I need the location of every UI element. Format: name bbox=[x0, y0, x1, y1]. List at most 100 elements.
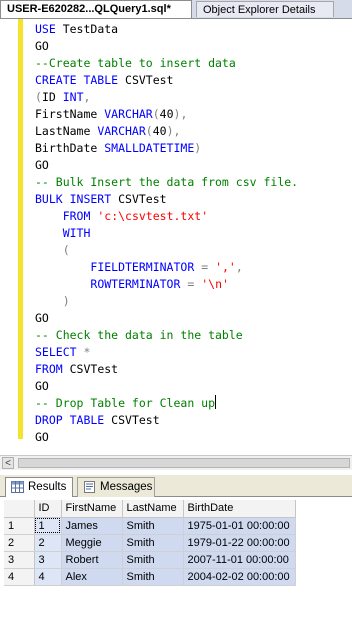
table-row[interactable]: 1 1 James Smith 1975-01-01 00:00:00 bbox=[4, 517, 296, 535]
code-line[interactable]: WITH bbox=[35, 225, 298, 242]
cell-id[interactable]: 2 bbox=[34, 534, 62, 552]
tab-sql-query[interactable]: USER-E620282...QLQuery1.sql* bbox=[0, 0, 192, 18]
code-line[interactable]: USE TestData bbox=[35, 21, 298, 38]
scroll-left-arrow-icon[interactable]: < bbox=[2, 457, 14, 469]
row-number[interactable]: 4 bbox=[4, 568, 35, 586]
results-grid[interactable]: ID FirstName LastName BirthDate 1 1 Jame… bbox=[4, 500, 296, 586]
cell-id[interactable]: 3 bbox=[34, 551, 62, 569]
cell-firstname[interactable]: James bbox=[61, 517, 123, 535]
results-tab-bar: Results Messages bbox=[0, 475, 352, 497]
table-row[interactable]: 4 4 Alex Smith 2004-02-02 00:00:00 bbox=[4, 568, 296, 586]
table-row[interactable]: 2 2 Meggie Smith 1979-01-22 00:00:00 bbox=[4, 534, 296, 552]
cell-birthdate[interactable]: 2007-11-01 00:00:00 bbox=[183, 551, 296, 569]
code-line[interactable]: GO bbox=[35, 157, 298, 174]
code-line[interactable]: ( bbox=[35, 242, 298, 259]
cell-birthdate[interactable]: 1975-01-01 00:00:00 bbox=[183, 517, 296, 535]
query-editor[interactable]: USE TestData GO --Create table to insert d… bbox=[0, 19, 352, 455]
cell-id[interactable]: 1 bbox=[34, 517, 62, 535]
code-line[interactable]: BirthDate SMALLDATETIME) bbox=[35, 140, 298, 157]
sql-operator: ( bbox=[152, 107, 160, 121]
sql-operator: ( bbox=[35, 90, 42, 104]
sql-keyword: BULK INSERT bbox=[35, 192, 112, 206]
sql-text: GO bbox=[35, 311, 49, 325]
cell-lastname[interactable]: Smith bbox=[122, 568, 184, 586]
code-line[interactable]: SELECT * bbox=[35, 344, 298, 361]
sql-keyword: VARCHAR bbox=[104, 107, 153, 121]
horizontal-scrollbar[interactable]: < bbox=[0, 455, 352, 470]
row-number[interactable]: 1 bbox=[4, 517, 35, 535]
code-line[interactable]: DROP TABLE CSVTest bbox=[35, 412, 298, 429]
code-line[interactable]: GO bbox=[35, 378, 298, 395]
sql-text: CSVTest bbox=[111, 192, 167, 206]
column-header-id[interactable]: ID bbox=[34, 500, 62, 518]
tab-results-label: Results bbox=[28, 481, 67, 493]
sql-keyword: CREATE TABLE bbox=[35, 73, 119, 87]
code-line[interactable]: GO bbox=[35, 310, 298, 327]
code-line[interactable]: -- Bulk Insert the data from csv file. bbox=[35, 174, 298, 191]
sql-text: GO bbox=[35, 430, 49, 444]
code-line[interactable]: FROM CSVTest bbox=[35, 361, 298, 378]
code-line[interactable]: --Create table to insert data bbox=[35, 55, 298, 72]
column-header-birthdate[interactable]: BirthDate bbox=[183, 500, 296, 518]
grid-corner-header[interactable] bbox=[4, 500, 35, 518]
cell-firstname[interactable]: Alex bbox=[61, 568, 123, 586]
row-number[interactable]: 3 bbox=[4, 551, 35, 569]
scrollbar-thumb[interactable] bbox=[18, 458, 350, 468]
code-line[interactable]: CREATE TABLE CSVTest bbox=[35, 72, 298, 89]
cell-birthdate[interactable]: 2004-02-02 00:00:00 bbox=[183, 568, 296, 586]
cell-birthdate[interactable]: 1979-01-22 00:00:00 bbox=[183, 534, 296, 552]
code-line[interactable]: FROM 'c:\csvtest.txt' bbox=[35, 208, 298, 225]
tab-messages-label: Messages bbox=[100, 481, 153, 493]
sql-keyword: FIELDTERMINATOR bbox=[90, 260, 195, 274]
sql-text: FirstName bbox=[35, 107, 105, 121]
code-line[interactable]: -- Check the data in the table bbox=[35, 327, 298, 344]
cell-lastname[interactable]: Smith bbox=[122, 551, 184, 569]
cell-id[interactable]: 4 bbox=[34, 568, 62, 586]
sql-operator: ( bbox=[145, 124, 153, 138]
cell-lastname[interactable]: Smith bbox=[122, 534, 184, 552]
sql-comment: -- Bulk Insert the data from csv file. bbox=[35, 175, 299, 189]
sql-text: 40 bbox=[159, 107, 174, 121]
text-caret bbox=[215, 395, 217, 409]
change-tracking-bar bbox=[18, 19, 23, 439]
tab-object-explorer-details[interactable]: Object Explorer Details bbox=[196, 1, 334, 17]
code-line[interactable]: FIELDTERMINATOR = ',', bbox=[35, 259, 298, 276]
code-line[interactable]: -- Drop Table for Clean up bbox=[35, 395, 298, 412]
sql-text: 40 bbox=[152, 124, 167, 138]
sql-keyword: DROP TABLE bbox=[35, 413, 105, 427]
tab-messages[interactable]: Messages bbox=[77, 477, 155, 497]
cell-lastname[interactable]: Smith bbox=[122, 517, 184, 535]
code-line[interactable]: (ID INT, bbox=[35, 89, 298, 106]
sql-operator: * bbox=[83, 345, 91, 359]
grid-header-row: ID FirstName LastName BirthDate bbox=[4, 500, 296, 518]
sql-string: ',' bbox=[215, 260, 236, 274]
code-line[interactable]: GO bbox=[35, 38, 298, 55]
code-line[interactable]: FirstName VARCHAR(40), bbox=[35, 106, 298, 123]
sql-text: LastName bbox=[35, 124, 98, 138]
sql-keyword: FROM bbox=[35, 362, 63, 376]
editor-margin bbox=[0, 19, 18, 455]
cell-firstname[interactable]: Robert bbox=[61, 551, 123, 569]
sql-operator: ) bbox=[62, 294, 70, 308]
sql-keyword: SELECT bbox=[35, 345, 77, 359]
sql-keyword: USE bbox=[35, 22, 56, 36]
column-header-lastname[interactable]: LastName bbox=[122, 500, 184, 518]
cell-firstname[interactable]: Meggie bbox=[61, 534, 123, 552]
code-line[interactable]: ROWTERMINATOR = '\n' bbox=[35, 276, 298, 293]
table-row[interactable]: 3 3 Robert Smith 2007-11-01 00:00:00 bbox=[4, 551, 296, 569]
code-line[interactable]: ) bbox=[35, 293, 298, 310]
column-header-firstname[interactable]: FirstName bbox=[61, 500, 123, 518]
tab-results[interactable]: Results bbox=[5, 477, 73, 497]
sql-operator: ) bbox=[194, 141, 202, 155]
row-number[interactable]: 2 bbox=[4, 534, 35, 552]
sql-string: '\n' bbox=[201, 277, 229, 291]
code-line[interactable]: BULK INSERT CSVTest bbox=[35, 191, 298, 208]
sql-string: 'c:\csvtest.txt' bbox=[97, 209, 209, 223]
code-line[interactable]: LastName VARCHAR(40), bbox=[35, 123, 298, 140]
grid-icon bbox=[11, 481, 24, 493]
sql-text: GO bbox=[35, 158, 49, 172]
sql-code[interactable]: USE TestData GO --Create table to insert d… bbox=[35, 21, 298, 446]
code-line[interactable]: GO bbox=[35, 429, 298, 446]
